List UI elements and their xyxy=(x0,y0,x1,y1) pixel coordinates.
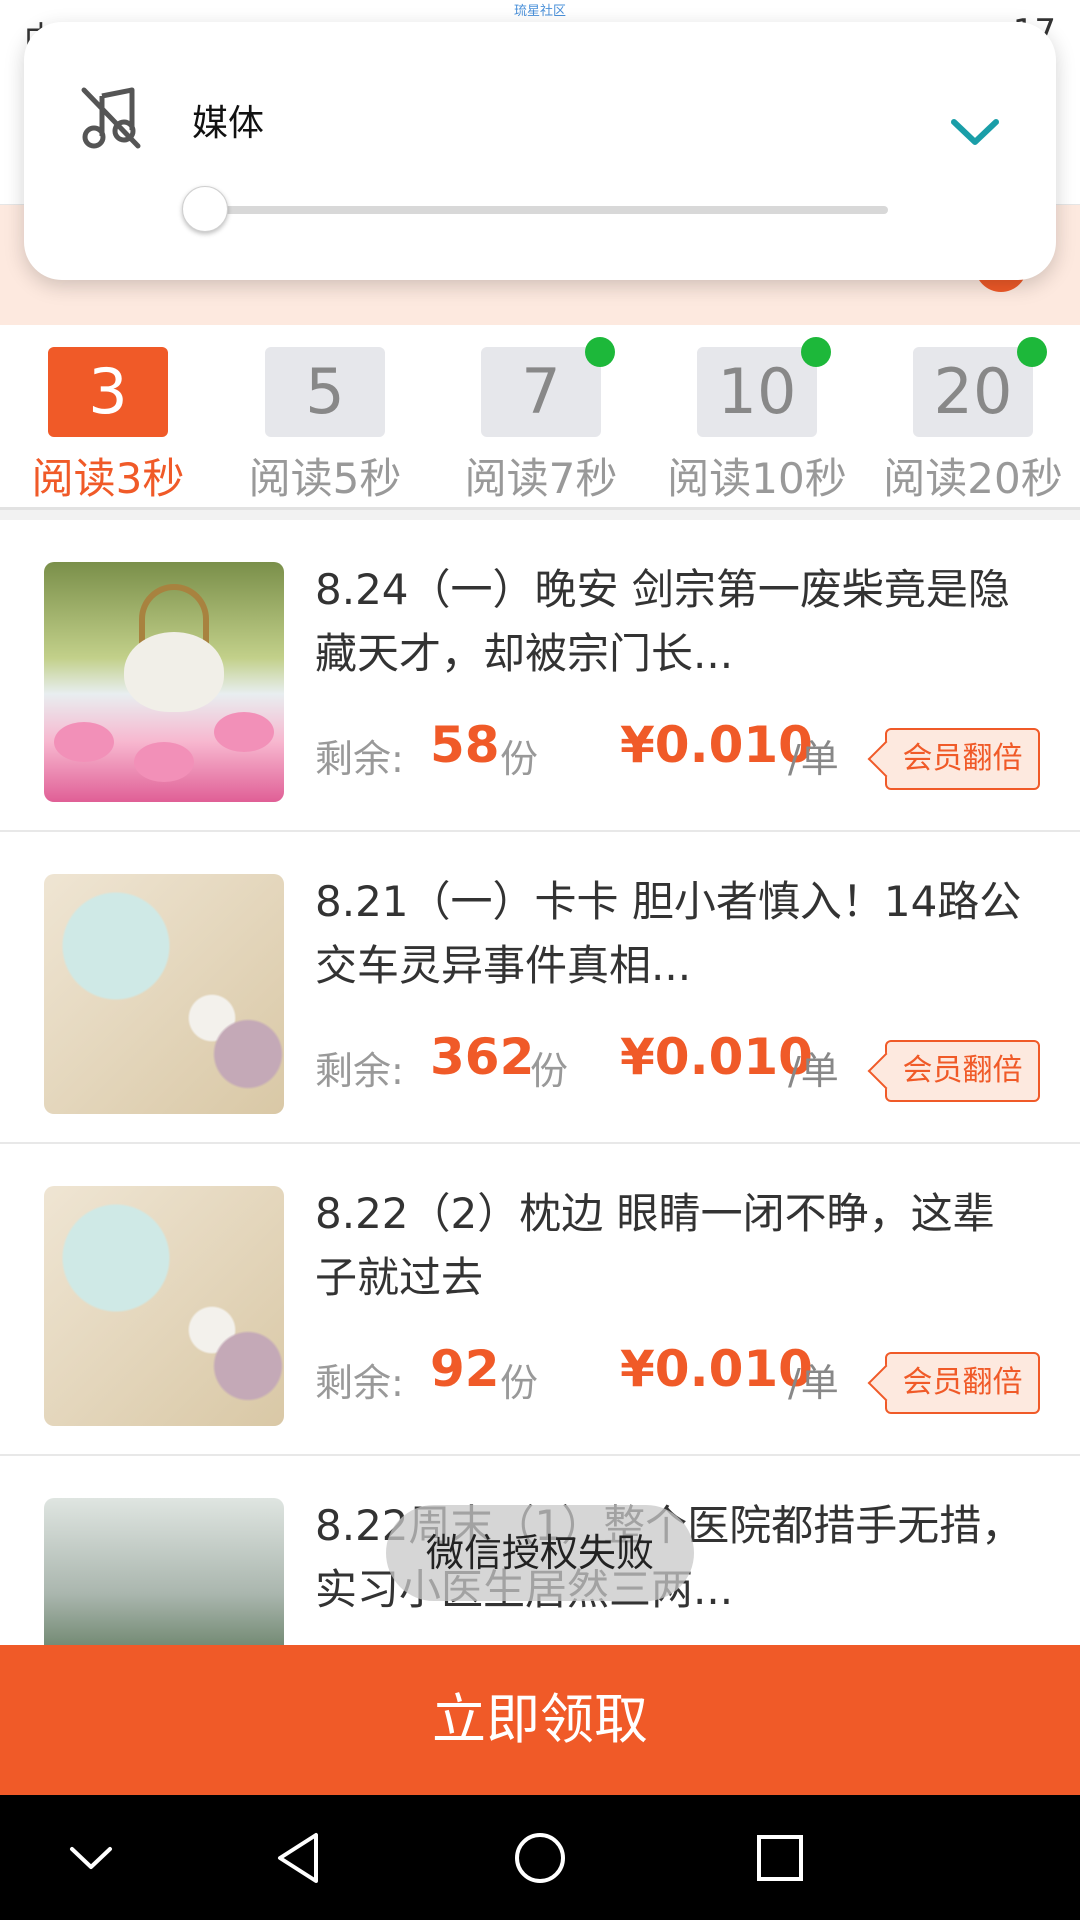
tab-read-20[interactable]: 20 阅读20秒 xyxy=(873,337,1073,503)
chevron-down-icon[interactable] xyxy=(56,1823,126,1893)
tab-read-10[interactable]: 10 阅读10秒 xyxy=(657,337,857,503)
remain-count: 362 xyxy=(430,1028,535,1086)
article-title: 8.24（一）晚安 剑宗第一废柴竟是隐藏天才，却被宗门长... xyxy=(315,565,1010,678)
tab-number: 7 xyxy=(481,347,601,437)
back-icon[interactable] xyxy=(266,1823,336,1893)
music-off-icon[interactable] xyxy=(76,82,146,152)
claim-now-button[interactable]: 立即领取 xyxy=(0,1645,1080,1795)
remain-unit: 份 xyxy=(500,1361,539,1405)
tab-label: 阅读5秒 xyxy=(248,454,402,503)
article-thumbnail xyxy=(44,1186,284,1426)
vip-double-tag: 会员翻倍 xyxy=(885,1040,1040,1102)
home-icon[interactable] xyxy=(505,1823,575,1893)
tab-number: 10 xyxy=(697,347,817,437)
price-unit: /单 xyxy=(788,1361,839,1405)
tab-label: 阅读7秒 xyxy=(464,454,618,503)
new-badge-dot xyxy=(1017,337,1047,367)
article-item[interactable]: 8.21（一）卡卡 胆小者慎入！14路公交车灵异事件真相... 剩余: 362 … xyxy=(0,832,1080,1144)
price: ¥0.010 xyxy=(620,1028,813,1086)
remain-label: 剩余: xyxy=(315,1049,404,1093)
tab-read-3[interactable]: 3 阅读3秒 xyxy=(8,347,208,503)
tab-label: 阅读3秒 xyxy=(31,454,185,503)
chevron-down-icon[interactable] xyxy=(948,114,1002,150)
article-title: 8.22（2）枕边 眼睛一闭不睁，这辈子就过去 xyxy=(315,1189,995,1302)
tab-read-5[interactable]: 5 阅读5秒 xyxy=(225,347,425,503)
read-time-tabs: 3 阅读3秒 5 阅读5秒 7 阅读7秒 10 阅读10秒 20 阅读20秒 xyxy=(0,325,1080,510)
volume-label: 媒体 xyxy=(192,103,265,144)
tab-label: 阅读10秒 xyxy=(667,454,847,503)
tab-number: 3 xyxy=(48,347,168,437)
new-badge-dot xyxy=(801,337,831,367)
remain-unit: 份 xyxy=(530,1049,569,1093)
price-unit: /单 xyxy=(788,1049,839,1093)
article-item[interactable]: 8.22（2）枕边 眼睛一闭不睁，这辈子就过去 剩余: 92 份 ¥0.010 … xyxy=(0,1144,1080,1456)
volume-slider-track[interactable] xyxy=(204,206,888,214)
tab-number: 5 xyxy=(265,347,385,437)
vip-double-tag: 会员翻倍 xyxy=(885,728,1040,790)
tab-read-7[interactable]: 7 阅读7秒 xyxy=(441,337,641,503)
tab-label: 阅读20秒 xyxy=(883,454,1063,503)
article-thumbnail xyxy=(44,562,284,802)
divider xyxy=(0,510,1080,520)
article-title: 8.21（一）卡卡 胆小者慎入！14路公交车灵异事件真相... xyxy=(315,877,1022,990)
price: ¥0.010 xyxy=(620,1340,813,1398)
recents-icon[interactable] xyxy=(745,1823,815,1893)
tab-number: 20 xyxy=(913,347,1033,437)
system-nav-bar xyxy=(0,1795,1080,1920)
remain-label: 剩余: xyxy=(315,737,404,781)
price-unit: /单 xyxy=(788,737,839,781)
volume-slider-thumb[interactable] xyxy=(182,186,228,232)
article-thumbnail xyxy=(44,874,284,1114)
new-badge-dot xyxy=(585,337,615,367)
remain-count: 92 xyxy=(430,1340,500,1398)
remain-count: 58 xyxy=(430,716,500,774)
remain-unit: 份 xyxy=(500,737,539,781)
toast-message: 微信授权失败 xyxy=(386,1505,694,1601)
article-item[interactable]: 8.24（一）晚安 剑宗第一废柴竟是隐藏天才，却被宗门长... 剩余: 58 份… xyxy=(0,520,1080,832)
vip-double-tag: 会员翻倍 xyxy=(885,1352,1040,1414)
price: ¥0.010 xyxy=(620,716,813,774)
volume-panel: 媒体 xyxy=(24,22,1056,280)
remain-label: 剩余: xyxy=(315,1361,404,1405)
